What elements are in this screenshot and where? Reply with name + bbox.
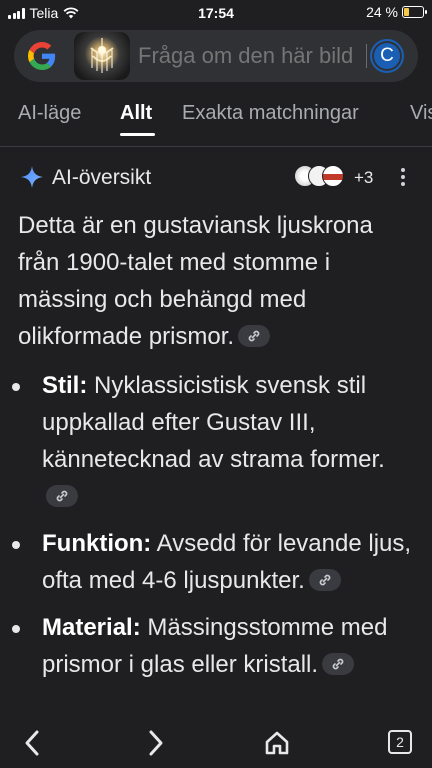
active-tab-indicator [120,133,155,136]
more-options-icon[interactable] [396,168,410,190]
list-item: Stil: Nyklassicistisk svensk stil uppkal… [12,367,418,515]
tab-ai-mode[interactable]: AI-läge [18,102,81,125]
search-divider [366,44,367,68]
battery-percent: 24 % [366,4,398,20]
bullet-term: Funktion: [42,530,152,557]
tab-switcher-button[interactable]: 2 [388,730,412,754]
browser-bottom-toolbar: 2 [0,716,432,768]
battery-icon [402,6,427,18]
battery-group: 24 % [366,4,427,20]
source-count[interactable]: +3 [354,168,373,188]
back-arrow-icon[interactable] [18,728,48,758]
list-item: Funktion: Avsedd för levande ljus, ofta … [12,525,418,599]
google-logo-icon[interactable] [28,42,56,70]
home-icon[interactable] [262,728,292,758]
list-item: Material: Mässingsstomme med prismor i g… [12,609,418,683]
ai-overview-header: AI-översikt +3 [0,160,432,196]
status-bar: Telia 17:54 24 % [0,0,432,26]
tabs-divider [0,146,432,147]
account-avatar[interactable]: C [370,39,404,73]
search-bar[interactable]: C [14,30,418,82]
bullet-term: Stil: [42,372,88,399]
search-input[interactable] [138,42,366,70]
bullet-text: Nyklassicistisk svensk stil uppkallad ef… [42,372,385,473]
source-favicon[interactable] [322,165,344,187]
link-icon [332,658,344,670]
ai-overview-intro: Detta är en gustaviansk ljuskrona från 1… [18,207,418,355]
source-favicons[interactable] [294,165,352,189]
link-icon [248,330,260,342]
bullet-term: Material: [42,614,141,641]
ai-sparkle-icon [21,166,43,188]
source-link-chip[interactable] [238,324,271,347]
intro-text: Detta är en gustaviansk ljuskrona från 1… [18,212,373,350]
tab-visual[interactable]: Visuellt [410,102,432,125]
ai-overview-content: Detta är en gustaviansk ljuskrona från 1… [12,207,418,678]
link-icon [319,574,331,586]
source-link-chip[interactable] [308,568,341,591]
tab-exact-matches[interactable]: Exakta matchningar [182,102,359,125]
ai-overview-title: AI-översikt [52,166,152,189]
link-icon [56,490,68,502]
source-link-chip[interactable] [322,652,355,675]
search-tabs: AI-läge Allt Exakta matchningar Visuellt [0,92,432,136]
forward-arrow-icon[interactable] [140,728,170,758]
source-link-chip[interactable] [46,484,78,507]
tab-all[interactable]: Allt [120,102,152,125]
chandelier-thumbnail-graphic [90,38,114,73]
query-image-thumbnail[interactable] [74,32,130,80]
ai-overview-bullets: Stil: Nyklassicistisk svensk stil uppkal… [12,367,418,693]
